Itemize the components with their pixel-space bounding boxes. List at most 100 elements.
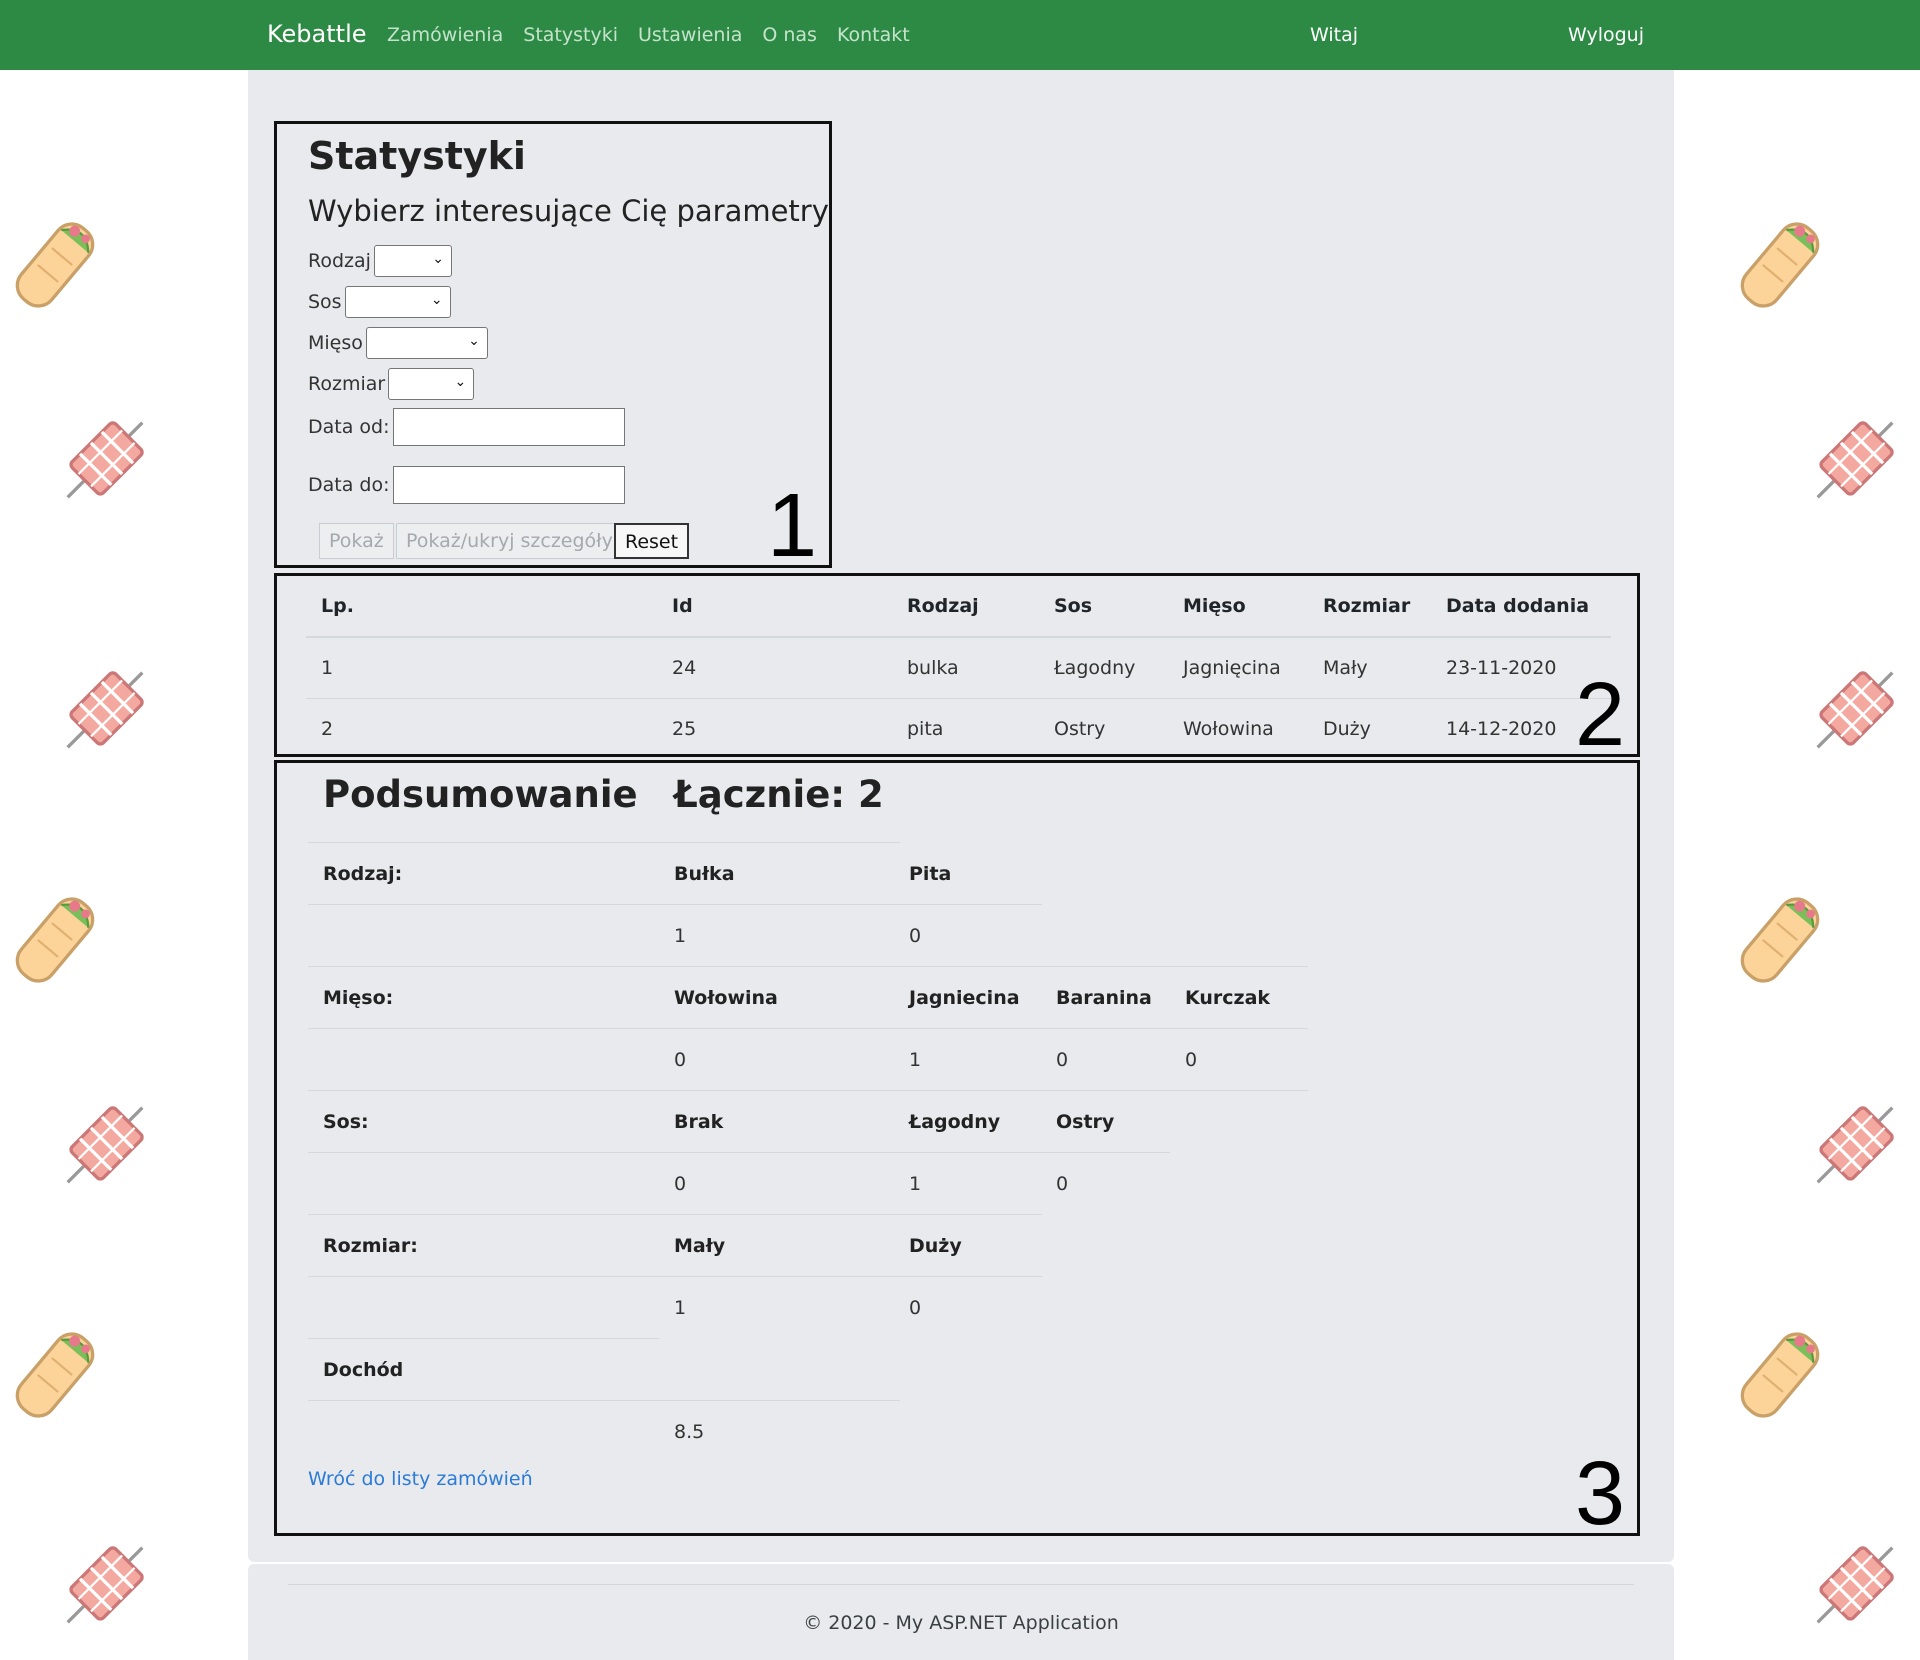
type-filter-row: Rodzaj ⌄ <box>308 245 452 277</box>
box-number-label: 1 <box>766 476 817 576</box>
summary-box: Podsumowanie Łącznie: 2 Rodzaj: Bułka Pi… <box>274 760 1640 1539</box>
summary-income-label: Dochód <box>323 1358 404 1381</box>
table-cell: Jagnięcina <box>1168 637 1308 699</box>
table-cell: Mały <box>1308 637 1431 699</box>
summary-value-cell: 8.5 <box>674 1420 705 1443</box>
nav-links: Zamówienia Statystyki Ustawienia O nas K… <box>387 24 930 46</box>
summary-header-cell: Jagniecina <box>909 986 1020 1009</box>
summary-type-label: Rodzaj: <box>323 862 403 885</box>
divider <box>308 1090 1308 1091</box>
chevron-down-icon: ⌄ <box>468 333 480 349</box>
table-cell: 24 <box>657 637 892 699</box>
box-number-label: 2 <box>1574 665 1625 765</box>
type-select[interactable]: ⌄ <box>373 245 452 277</box>
chevron-down-icon: ⌄ <box>430 292 443 308</box>
table-cell: pita <box>907 717 944 740</box>
wrap-decoration-icon <box>1725 885 1835 995</box>
column-header: Sos <box>1039 576 1168 638</box>
nav-link-about[interactable]: O nas <box>762 24 817 46</box>
table-cell: Wołowina <box>1183 717 1274 740</box>
summary-value-cell: 0 <box>1185 1048 1198 1071</box>
skewer-decoration-icon <box>1800 1090 1910 1200</box>
table-cell: 25 <box>672 717 697 740</box>
skewer-decoration-icon <box>50 405 160 515</box>
date-from-label: Data od: <box>308 416 390 438</box>
table-row: 2 25 pita Ostry Wołowina Duży 14-12-2020 <box>306 698 1611 759</box>
sauce-label: Sos <box>308 291 342 313</box>
nav-link-contact[interactable]: Kontakt <box>837 24 910 46</box>
reset-button[interactable]: Reset <box>614 523 690 559</box>
skewer-decoration-icon <box>50 1530 160 1640</box>
column-header: Lp. <box>306 576 657 638</box>
table-cell: bulka <box>892 637 1039 699</box>
table-cell: 2 <box>321 717 334 740</box>
page-title: Statystyki <box>308 134 526 178</box>
sauce-filter-row: Sos ⌄ <box>308 286 451 318</box>
footer: © 2020 - My ASP.NET Application <box>248 1564 1674 1660</box>
size-select[interactable]: ⌄ <box>388 368 475 400</box>
summary-size-label: Rozmiar: <box>323 1234 418 1257</box>
summary-header-cell: Mały <box>674 1234 726 1257</box>
summary-title: Podsumowanie <box>323 773 638 816</box>
column-header: Rozmiar <box>1308 576 1431 638</box>
toggle-details-button[interactable]: Pokaż/ukryj szczegóły <box>396 523 623 559</box>
skewer-decoration-icon <box>1800 655 1910 765</box>
nav-link-settings[interactable]: Ustawienia <box>638 24 742 46</box>
summary-header-cell: Pita <box>909 862 952 885</box>
summary-header-cell: Brak <box>674 1110 724 1133</box>
divider <box>308 1028 1308 1029</box>
summary-header-cell: Kurczak <box>1185 986 1271 1009</box>
date-from-input[interactable] <box>392 408 625 446</box>
meat-select[interactable]: ⌄ <box>365 327 488 359</box>
summary-value-cell: 0 <box>909 1296 922 1319</box>
summary-value-cell: 1 <box>909 1172 922 1195</box>
results-table-box: Lp. Id Rodzaj Sos Mięso Rozmiar Data dod… <box>274 573 1640 765</box>
skewer-decoration-icon <box>1800 1530 1910 1640</box>
summary-value-cell: 0 <box>909 924 922 947</box>
summary-header-cell: Bułka <box>674 862 735 885</box>
wrap-decoration-icon <box>0 1320 110 1430</box>
date-to-input[interactable] <box>392 466 625 504</box>
summary-value-cell: 1 <box>909 1048 922 1071</box>
wrap-decoration-icon <box>1725 1320 1835 1430</box>
sauce-select[interactable]: ⌄ <box>344 286 451 318</box>
show-button[interactable]: Pokaż <box>319 523 394 559</box>
back-to-orders-link[interactable]: Wróć do listy zamówień <box>308 1468 533 1490</box>
divider <box>308 966 1308 967</box>
column-header: Mięso <box>1168 576 1308 638</box>
top-navbar: Kebattle Zamówienia Statystyki Ustawieni… <box>0 0 1920 70</box>
filter-form-box: Statystyki Wybierz interesujące Cię para… <box>274 121 832 576</box>
nav-link-statistics[interactable]: Statystyki <box>523 24 618 46</box>
column-header: Id <box>657 576 892 638</box>
chevron-down-icon: ⌄ <box>454 374 467 390</box>
skewer-decoration-icon <box>1800 405 1910 515</box>
meat-label: Mięso <box>308 332 363 354</box>
skewer-decoration-icon <box>50 1090 160 1200</box>
footer-divider <box>288 1584 1634 1585</box>
nav-link-orders[interactable]: Zamówienia <box>387 24 503 46</box>
summary-value-cell: 1 <box>674 924 687 947</box>
summary-header-cell: Ostry <box>1056 1110 1115 1133</box>
date-to-row: Data do: <box>308 466 625 504</box>
summary-meat-label: Mięso: <box>323 986 394 1009</box>
footer-copyright: © 2020 - My ASP.NET Application <box>803 1612 1119 1634</box>
size-filter-row: Rozmiar ⌄ <box>308 368 475 400</box>
wrap-decoration-icon <box>1725 210 1835 320</box>
table-cell: 1 <box>306 637 657 699</box>
orders-table: Lp. Id Rodzaj Sos Mięso Rozmiar Data dod… <box>306 576 1611 759</box>
wrap-decoration-icon <box>0 210 110 320</box>
summary-header-cell: Łagodny <box>909 1110 1001 1133</box>
table-header-row: Lp. Id Rodzaj Sos Mięso Rozmiar Data dod… <box>306 576 1611 638</box>
summary-sauce-label: Sos: <box>323 1110 369 1133</box>
divider <box>308 1400 900 1401</box>
brand-link[interactable]: Kebattle <box>267 20 367 48</box>
skewer-decoration-icon <box>50 655 160 765</box>
summary-header-cell: Duży <box>909 1234 962 1257</box>
column-header: Data dodania <box>1431 576 1611 638</box>
summary-header-cell: Wołowina <box>674 986 778 1009</box>
date-from-row: Data od: <box>308 408 625 446</box>
table-cell: Duży <box>1323 717 1371 740</box>
table-row: 1 24 bulka Łagodny Jagnięcina Mały 23-11… <box>306 637 1611 699</box>
summary-value-cell: 0 <box>1056 1048 1069 1071</box>
logout-link[interactable]: Wyloguj <box>1568 24 1644 46</box>
